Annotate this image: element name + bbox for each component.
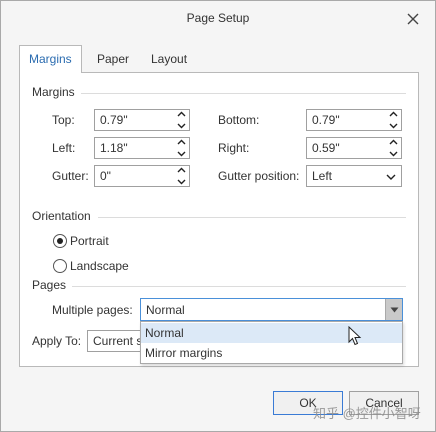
page-setup-dialog: Page Setup Margins Paper Layout Margins … — [0, 0, 436, 432]
top-spinner[interactable]: 0.79" — [94, 109, 190, 131]
spin-down-icon[interactable] — [177, 179, 186, 185]
spin-up-icon[interactable] — [177, 139, 186, 145]
spin-down-icon[interactable] — [389, 151, 398, 157]
portrait-radio[interactable] — [53, 234, 67, 248]
bottom-value: 0.79" — [312, 113, 340, 127]
pages-divider — [72, 286, 406, 287]
tab-paper[interactable]: Paper — [88, 46, 138, 73]
left-label: Left: — [52, 141, 76, 155]
spin-down-icon[interactable] — [177, 123, 186, 129]
apply-to-select[interactable]: Current s — [87, 330, 147, 352]
watermark-text: 知乎 @控件小智呀 — [313, 406, 421, 421]
orientation-section-label: Orientation — [32, 209, 91, 223]
close-button[interactable] — [401, 7, 425, 31]
bottom-spinner[interactable]: 0.79" — [306, 109, 402, 131]
left-spinner[interactable]: 1.18" — [94, 137, 190, 159]
dialog-title: Page Setup — [186, 11, 250, 25]
spin-up-icon[interactable] — [177, 111, 186, 117]
gutter-label: Gutter: — [52, 169, 89, 183]
top-value: 0.79" — [100, 113, 128, 127]
multiple-pages-select[interactable]: Normal — [140, 298, 403, 321]
gutter-position-select[interactable]: Left — [306, 165, 402, 187]
gutter-position-label: Gutter position: — [218, 169, 300, 183]
spin-up-icon[interactable] — [177, 167, 186, 173]
top-label: Top: — [52, 113, 75, 127]
bottom-label: Bottom: — [218, 113, 260, 127]
multiple-pages-label: Multiple pages: — [52, 303, 133, 317]
landscape-label[interactable]: Landscape — [70, 259, 129, 273]
multiple-pages-dropdown: Normal Mirror margins — [140, 321, 403, 364]
tab-margins[interactable]: Margins — [19, 45, 82, 73]
dropdown-arrow-icon — [390, 307, 398, 312]
spin-down-icon[interactable] — [389, 123, 398, 129]
multiple-pages-value: Normal — [146, 303, 185, 317]
orientation-divider — [98, 217, 406, 218]
spin-up-icon[interactable] — [389, 111, 398, 117]
spin-up-icon[interactable] — [389, 139, 398, 145]
spin-down-icon[interactable] — [177, 151, 186, 157]
tab-layout[interactable]: Layout — [142, 46, 196, 73]
right-value: 0.59" — [312, 141, 340, 155]
margins-section-label: Margins — [32, 85, 75, 99]
right-spinner[interactable]: 0.59" — [306, 137, 402, 159]
close-icon — [407, 13, 419, 25]
apply-to-value: Current s — [93, 334, 143, 348]
chevron-down-icon — [386, 174, 396, 180]
option-mirror-margins[interactable]: Mirror margins — [141, 343, 402, 363]
pages-section-label: Pages — [32, 278, 67, 292]
gutter-value: 0" — [100, 169, 111, 183]
mouse-cursor-icon — [348, 326, 362, 346]
right-label: Right: — [218, 141, 250, 155]
gutter-position-value: Left — [312, 169, 333, 183]
option-normal[interactable]: Normal — [141, 323, 402, 343]
dropdown-button[interactable] — [385, 299, 402, 320]
apply-to-label: Apply To: — [32, 334, 82, 348]
title-bar: Page Setup — [1, 1, 435, 37]
left-value: 1.18" — [100, 141, 128, 155]
margins-divider — [81, 93, 406, 94]
portrait-label[interactable]: Portrait — [70, 234, 109, 248]
gutter-spinner[interactable]: 0" — [94, 165, 190, 187]
landscape-radio[interactable] — [53, 259, 67, 273]
